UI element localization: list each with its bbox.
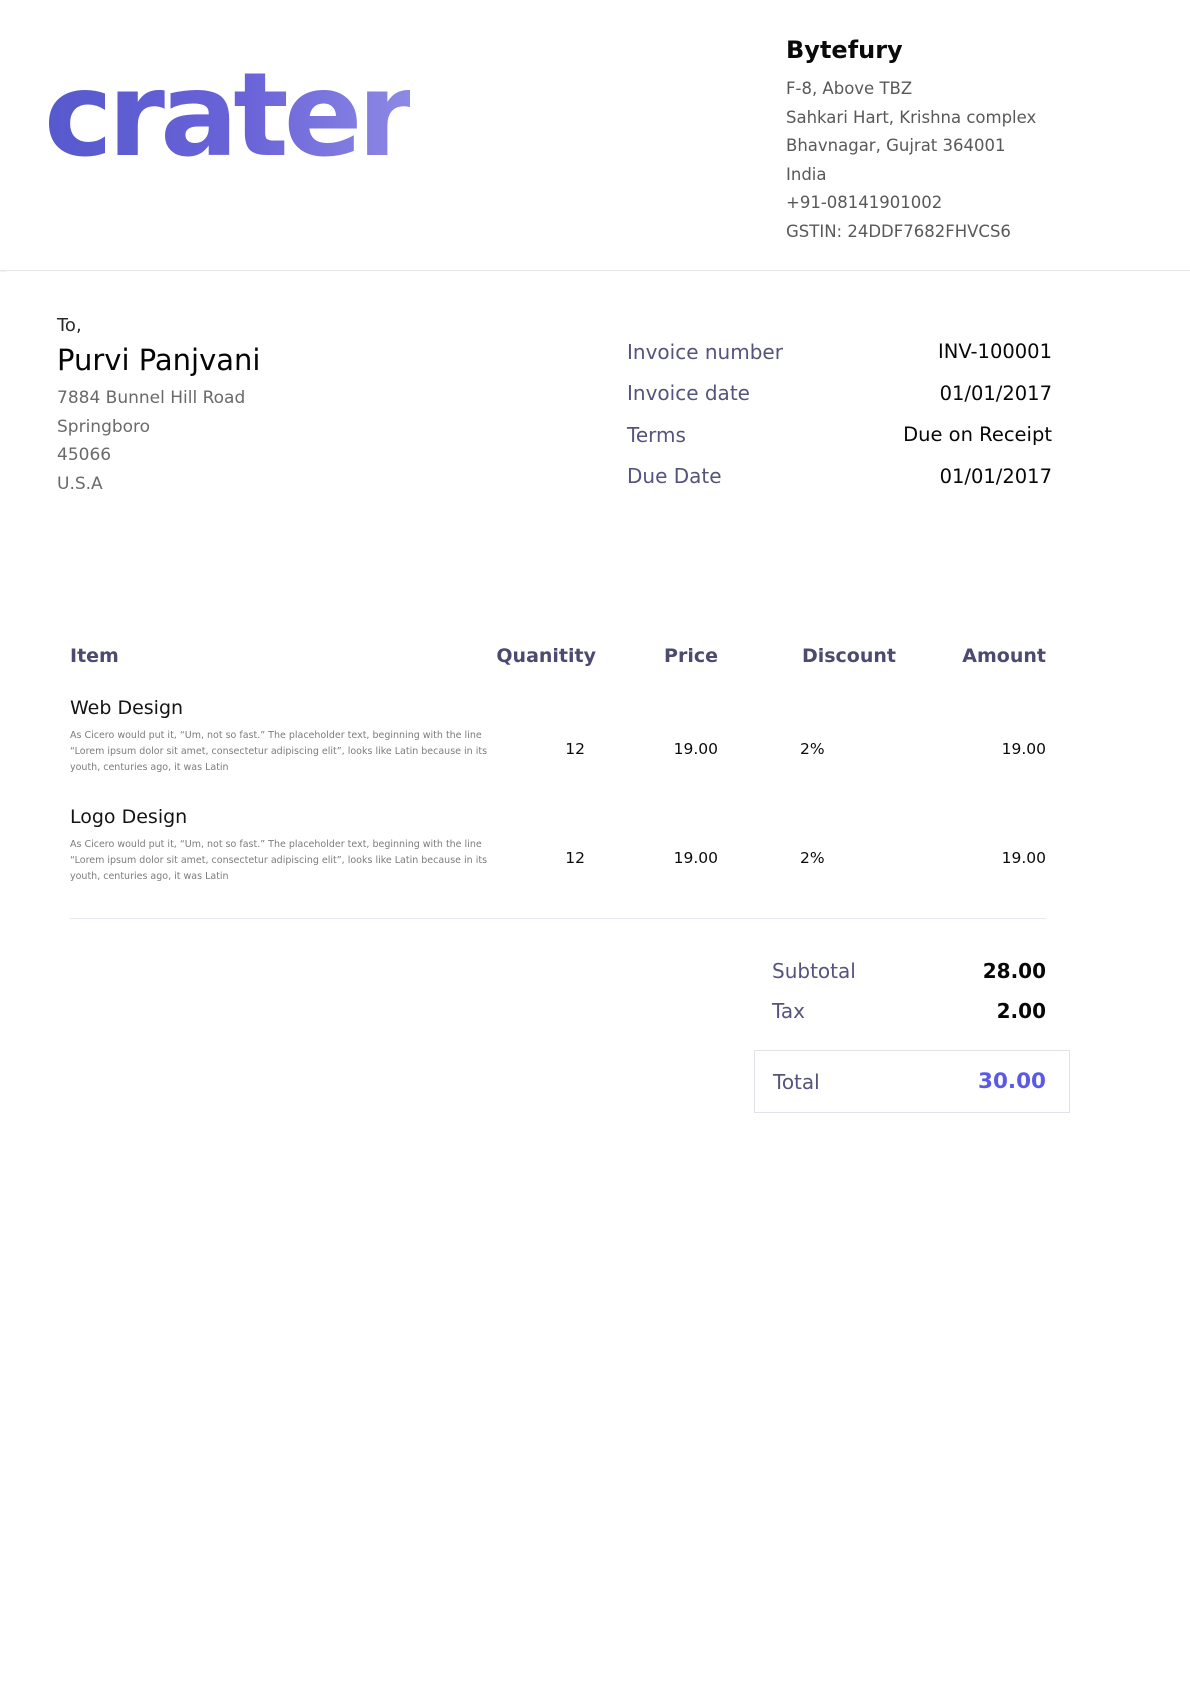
- tax-row: Tax 2.00: [772, 999, 1046, 1023]
- invoice-number-label: Invoice number: [627, 340, 783, 364]
- invoice-number-value: INV-100001: [938, 340, 1052, 363]
- customer-name: Purvi Panjvani: [57, 339, 477, 381]
- due-date-label: Due Date: [627, 464, 722, 488]
- table-divider: [70, 918, 1046, 919]
- company-block: Bytefury F-8, Above TBZ Sahkari Hart, Kr…: [786, 36, 1166, 246]
- customer-address-line: 7884 Bunnel Hill Road: [57, 384, 477, 413]
- item-cell: Web Design As Cicero would put it, “Um, …: [70, 693, 486, 776]
- customer-address-line: 45066: [57, 441, 477, 470]
- terms-row: Terms Due on Receipt: [627, 414, 1052, 456]
- company-name: Bytefury: [786, 36, 1166, 64]
- item-name: Web Design: [70, 693, 486, 723]
- subtotal-row: Subtotal 28.00: [772, 959, 1046, 983]
- col-header-amount: Amount: [896, 645, 1046, 667]
- invoice-header: crater Bytefury F-8, Above TBZ Sahkari H…: [0, 0, 1190, 271]
- customer-address-line: Springboro: [57, 413, 477, 442]
- table-row: Logo Design As Cicero would put it, “Um,…: [70, 802, 1046, 885]
- subtotal-label: Subtotal: [772, 959, 856, 983]
- invoice-meta: Invoice number INV-100001 Invoice date 0…: [627, 331, 1052, 497]
- company-gstin: GSTIN: 24DDF7682FHVCS6: [786, 218, 1166, 247]
- bill-to-block: To, Purvi Panjvani 7884 Bunnel Hill Road…: [57, 312, 477, 498]
- company-address-line: Bhavnagar, Gujrat 364001: [786, 132, 1166, 161]
- item-amount: 19.00: [896, 693, 1046, 776]
- bill-to-label: To,: [57, 312, 477, 339]
- tax-value: 2.00: [997, 999, 1046, 1023]
- tax-label: Tax: [772, 999, 805, 1023]
- invoice-date-row: Invoice date 01/01/2017: [627, 373, 1052, 415]
- item-price: 19.00: [596, 693, 718, 776]
- terms-value: Due on Receipt: [903, 423, 1052, 446]
- invoice-date-value: 01/01/2017: [940, 382, 1052, 405]
- crater-logo: crater: [44, 58, 410, 174]
- items-section: Item Quanitity Price Discount Amount Web…: [70, 645, 1046, 1113]
- item-quantity: 12: [486, 693, 596, 776]
- col-header-quantity: Quanitity: [486, 645, 596, 667]
- company-address-line: India: [786, 161, 1166, 190]
- subtotal-value: 28.00: [983, 959, 1046, 983]
- total-value: 30.00: [978, 1069, 1046, 1094]
- item-cell: Logo Design As Cicero would put it, “Um,…: [70, 802, 486, 885]
- due-date-value: 01/01/2017: [940, 465, 1052, 488]
- due-date-row: Due Date 01/01/2017: [627, 456, 1052, 498]
- item-description: As Cicero would put it, “Um, not so fast…: [70, 728, 498, 776]
- col-header-discount: Discount: [718, 645, 896, 667]
- item-price: 19.00: [596, 802, 718, 885]
- total-label: Total: [773, 1070, 820, 1094]
- company-phone: +91-08141901002: [786, 189, 1166, 218]
- invoice-number-row: Invoice number INV-100001: [627, 331, 1052, 373]
- company-address-line: Sahkari Hart, Krishna complex: [786, 104, 1166, 133]
- item-amount: 19.00: [896, 802, 1046, 885]
- items-table-header: Item Quanitity Price Discount Amount: [70, 645, 1046, 667]
- item-name: Logo Design: [70, 802, 486, 832]
- invoice-page: crater Bytefury F-8, Above TBZ Sahkari H…: [0, 0, 1190, 1684]
- terms-label: Terms: [627, 423, 686, 447]
- item-quantity: 12: [486, 802, 596, 885]
- company-address-line: F-8, Above TBZ: [786, 75, 1166, 104]
- table-row: Web Design As Cicero would put it, “Um, …: [70, 693, 1046, 776]
- customer-address-line: U.S.A: [57, 470, 477, 499]
- col-header-item: Item: [70, 645, 486, 667]
- invoice-date-label: Invoice date: [627, 381, 750, 405]
- item-description: As Cicero would put it, “Um, not so fast…: [70, 837, 498, 885]
- total-box: Total 30.00: [754, 1050, 1070, 1113]
- item-discount: 2%: [718, 802, 896, 885]
- col-header-price: Price: [596, 645, 718, 667]
- item-discount: 2%: [718, 693, 896, 776]
